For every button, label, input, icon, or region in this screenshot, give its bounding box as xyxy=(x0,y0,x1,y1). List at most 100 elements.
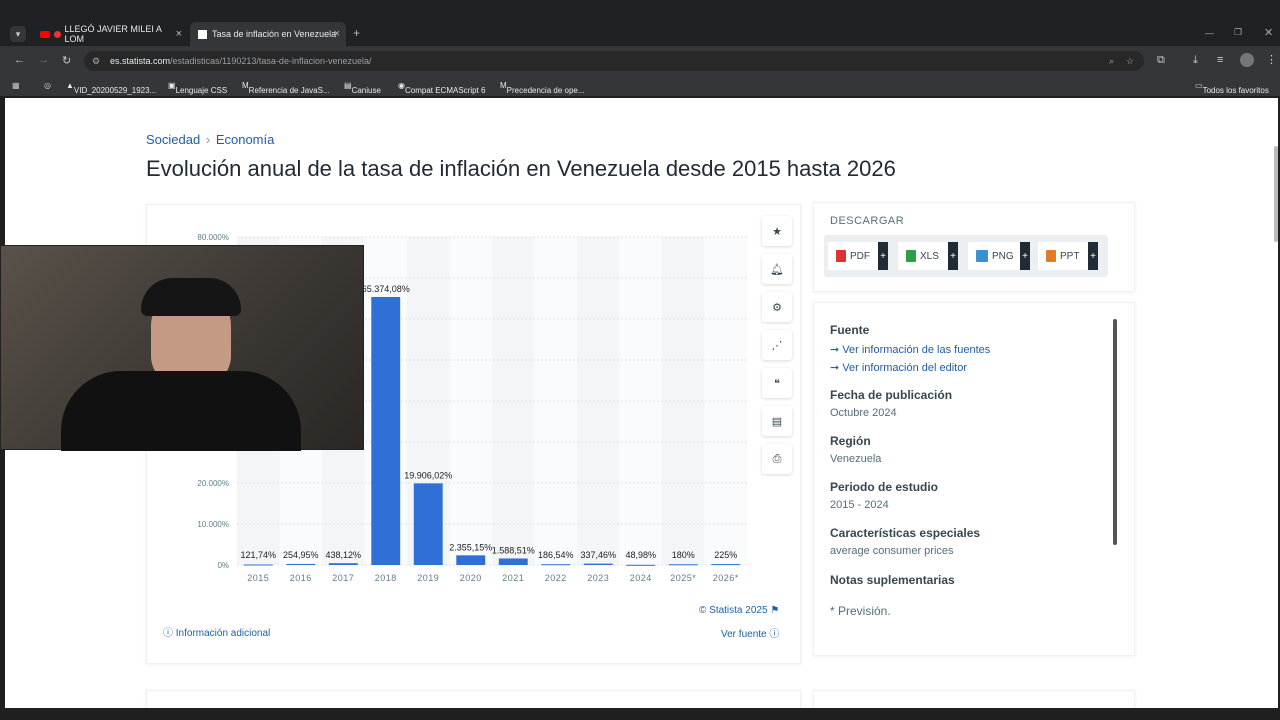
x-tick-label: 2023 xyxy=(587,573,609,583)
tab-statista[interactable]: Tasa de inflación en Venezuela × xyxy=(190,22,346,46)
all-bookmarks-folder[interactable]: ▭ Todos los favoritos xyxy=(1195,81,1269,95)
info-icon: ⓘ xyxy=(163,628,173,639)
address-bar: ← → ↻ ⚙ es.statista.com/estadisticas/119… xyxy=(0,46,1280,76)
editor-link[interactable]: ➞ Ver información del editor xyxy=(830,361,967,374)
page-scrollbar[interactable] xyxy=(1274,146,1278,242)
x-tick-label: 2015 xyxy=(247,573,269,583)
quote-icon[interactable]: ❝ xyxy=(762,368,792,398)
settings-gear-icon[interactable]: ⚙ xyxy=(762,292,792,322)
x-tick-label: 2024 xyxy=(630,573,652,583)
google-icon[interactable]: ◎ xyxy=(44,81,51,90)
recording-icon xyxy=(53,30,61,38)
bar-2024[interactable] xyxy=(626,564,656,566)
flag-small-icon: ⚑ xyxy=(770,605,780,616)
bar-2015[interactable] xyxy=(243,564,273,566)
tab-bar: ▾ LLEGÓ JAVIER MILEI A LOM × Tasa de inf… xyxy=(0,0,1280,46)
youtube-icon xyxy=(40,30,50,38)
breadcrumb: Sociedad › Economía xyxy=(146,132,274,147)
download-ppt-button[interactable]: PPT + xyxy=(1038,242,1098,270)
bar-2020[interactable] xyxy=(456,555,486,565)
data-label: 121,74% xyxy=(240,550,276,560)
reload-icon[interactable]: ↻ xyxy=(62,54,71,67)
download-card: DESCARGAR PDF + XLS + PNG + PPT + xyxy=(813,202,1135,292)
xls-icon xyxy=(906,250,916,262)
info-scrollbar[interactable] xyxy=(1113,319,1117,545)
x-tick-label: 2022 xyxy=(545,573,567,583)
data-label: 65.374,08% xyxy=(362,284,410,294)
data-label: 1.588,51% xyxy=(492,545,535,555)
bar-2019[interactable] xyxy=(413,483,443,565)
statista-credit[interactable]: © Statista 2025 ⚑ xyxy=(699,605,779,616)
x-tick-label: 2016 xyxy=(290,573,312,583)
bookmark-item[interactable]: M Referencia de JavaS... xyxy=(242,81,330,95)
download-xls-button[interactable]: XLS + xyxy=(898,242,958,270)
source-link[interactable]: Ver fuente ⓘ xyxy=(721,625,779,640)
png-icon xyxy=(976,250,988,262)
webcam-cap xyxy=(141,278,241,316)
restore-icon[interactable]: ❐ xyxy=(1234,27,1242,38)
zoom-icon[interactable]: ⌕ xyxy=(1109,51,1114,71)
download-icon[interactable]: ⤓ xyxy=(1193,54,1198,67)
x-tick-label: 2021 xyxy=(502,573,524,583)
ppt-icon xyxy=(1046,250,1056,262)
periodo-heading: Periodo de estudio xyxy=(830,480,939,494)
statista-icon xyxy=(198,29,207,39)
sources-link[interactable]: ➞ Ver información de las fuentes xyxy=(830,343,990,356)
close-tab-icon[interactable]: × xyxy=(334,28,340,40)
apps-icon[interactable]: ▦ xyxy=(12,81,20,90)
bar-2017[interactable] xyxy=(328,563,358,565)
arrow-right-icon: ➞ xyxy=(830,362,840,374)
bar-2018[interactable] xyxy=(371,296,401,565)
close-tab-icon[interactable]: × xyxy=(176,28,182,40)
bookmark-item[interactable]: M Precedencia de ope... xyxy=(500,81,585,95)
url-path: /estadisticas/1190213/tasa-de-inflacion-… xyxy=(170,56,372,66)
forward-icon[interactable]: → xyxy=(38,54,49,66)
bar-2016[interactable] xyxy=(286,563,316,565)
fecha-heading: Fecha de publicación xyxy=(830,388,953,402)
bell-icon[interactable]: 🔔︎ xyxy=(762,254,792,284)
share-icon[interactable]: ⋰ xyxy=(762,330,792,360)
tab-title: LLEGÓ JAVIER MILEI A LOM xyxy=(64,24,162,44)
data-label: 438,12% xyxy=(325,550,361,560)
tab-youtube[interactable]: LLEGÓ JAVIER MILEI A LOM × xyxy=(32,22,188,46)
x-tick-label: 2019 xyxy=(417,573,439,583)
bookmark-item[interactable]: ▣ Lenguaje CSS xyxy=(168,81,227,95)
extensions-icon[interactable]: ⧉ xyxy=(1157,54,1165,67)
bar-2025*[interactable] xyxy=(668,564,698,566)
star-icon[interactable]: ☆ xyxy=(1126,51,1134,71)
menu-icon[interactable]: ⋮ xyxy=(1266,53,1277,66)
breadcrumb-sociedad[interactable]: Sociedad xyxy=(146,132,200,147)
bookmarks-bar: ▦ ◎ ▲ VID_20200529_1923... ▣ Lenguaje CS… xyxy=(0,76,1280,96)
back-icon[interactable]: ← xyxy=(14,54,25,66)
new-tab-button[interactable]: + xyxy=(353,26,360,40)
site-info-icon[interactable]: ⚙ xyxy=(92,51,100,71)
flag-icon[interactable]: ▤ xyxy=(762,406,792,436)
url-input[interactable]: ⚙ es.statista.com/estadisticas/1190213/t… xyxy=(84,51,1144,71)
minimize-icon[interactable]: — xyxy=(1205,28,1214,38)
bookmark-item[interactable]: ▲ VID_20200529_1923... xyxy=(66,81,156,95)
caracteristicas-value: average consumer prices xyxy=(830,545,954,557)
profile-avatar[interactable] xyxy=(1240,53,1254,67)
bar-2023[interactable] xyxy=(583,563,613,565)
bookmark-item[interactable]: ◉ Compat ECMAScript 6 xyxy=(398,81,485,95)
caracteristicas-heading: Características especiales xyxy=(830,526,981,540)
print-icon[interactable]: ⎙ xyxy=(762,444,792,474)
additional-info-link[interactable]: ⓘ Información adicional xyxy=(163,624,270,639)
data-label: 337,46% xyxy=(580,550,616,560)
webcam-hoodie xyxy=(61,371,301,451)
breadcrumb-economia[interactable]: Economía xyxy=(216,132,275,147)
download-pdf-button[interactable]: PDF + xyxy=(828,242,888,270)
favorite-star-icon[interactable]: ★ xyxy=(762,216,792,246)
bar-2022[interactable] xyxy=(541,564,571,566)
next-side-card xyxy=(813,690,1135,708)
data-label: 186,54% xyxy=(538,550,574,560)
bookmark-item[interactable]: ▤ Caniuse xyxy=(344,81,381,95)
bar-2026*[interactable] xyxy=(711,564,741,566)
close-window-icon[interactable]: ✕ xyxy=(1264,26,1273,39)
tab-search-icon[interactable]: ▾ xyxy=(10,26,26,42)
tab-title: Tasa de inflación en Venezuela xyxy=(212,29,337,39)
download-png-button[interactable]: PNG + xyxy=(968,242,1030,270)
media-icon[interactable]: ≡ xyxy=(1217,54,1223,66)
notas-heading: Notas suplementarias xyxy=(830,573,955,587)
bar-2021[interactable] xyxy=(498,558,528,565)
